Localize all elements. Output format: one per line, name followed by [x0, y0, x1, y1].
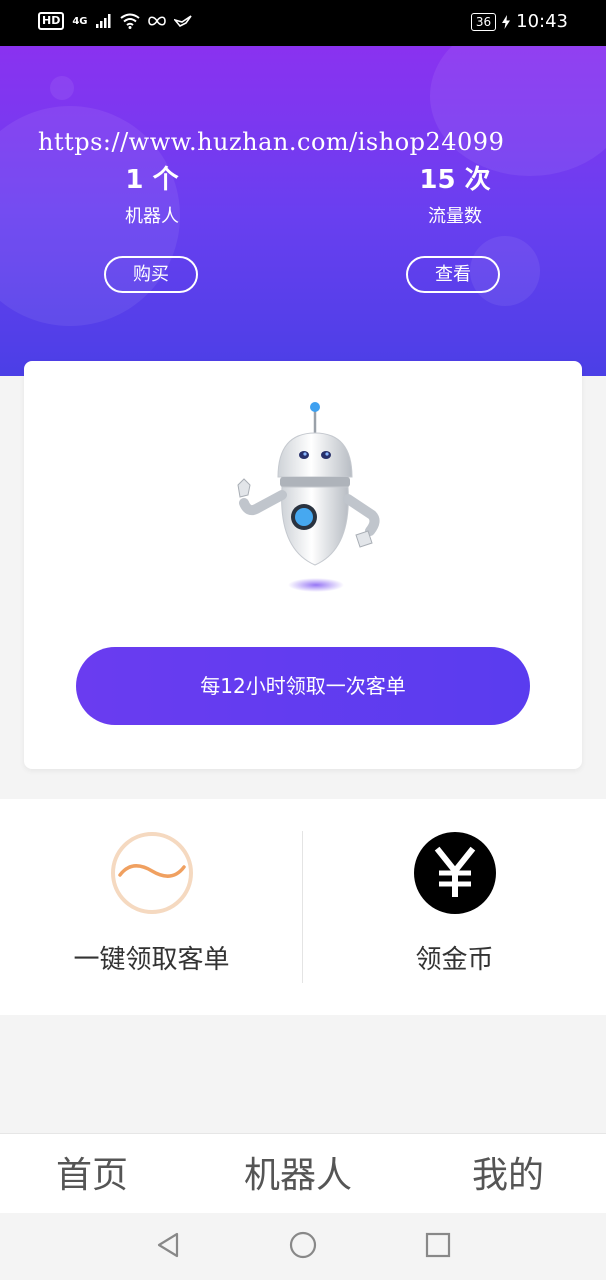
- one-click-claim-label: 一键领取客单: [73, 945, 230, 975]
- back-icon[interactable]: [155, 1231, 183, 1259]
- traffic-count-value: 15 次: [419, 165, 491, 195]
- robot-count-value: 1 个: [125, 165, 179, 195]
- robot-count-label: 机器人: [125, 206, 179, 227]
- app-screen: HD 4G 36 10:43 https://www.huzhan.com/is…: [0, 0, 606, 1280]
- bottom-tab-bar: 首页 机器人 我的: [0, 1133, 606, 1214]
- bird-icon: [173, 15, 192, 27]
- traffic-count-label: 流量数: [428, 206, 482, 227]
- hd-badge: HD: [38, 12, 65, 30]
- tab-mine[interactable]: 我的: [472, 1146, 544, 1198]
- status-bar: HD 4G 36 10:43: [0, 0, 606, 46]
- infinity-icon: [147, 16, 166, 26]
- features-panel: 一键领取客单 领金币: [0, 799, 606, 1015]
- recents-icon[interactable]: [424, 1231, 452, 1259]
- one-click-claim-item[interactable]: 一键领取客单: [0, 799, 303, 1015]
- watermark-text: https://www.huzhan.com/ishop24099: [38, 128, 505, 156]
- tab-robot[interactable]: 机器人: [244, 1146, 352, 1198]
- status-right: 36 10:43: [470, 11, 568, 32]
- clock: 10:43: [516, 11, 568, 32]
- charging-icon: [502, 14, 511, 29]
- buy-button[interactable]: 购买: [104, 256, 198, 293]
- network-type: 4G: [72, 15, 88, 27]
- collect-coins-label: 领金币: [415, 945, 494, 975]
- claim-order-button[interactable]: 每12小时领取一次客单: [76, 647, 530, 725]
- tab-home[interactable]: 首页: [56, 1146, 128, 1198]
- signal-icon: [95, 14, 111, 28]
- wave-icon: [111, 832, 193, 914]
- robot-count-stat: 1 个 机器人: [52, 160, 252, 228]
- battery-indicator: 36: [470, 12, 497, 31]
- decor-bubble: [50, 76, 74, 100]
- view-button[interactable]: 查看: [406, 256, 500, 293]
- yen-coin-icon: [414, 832, 496, 914]
- traffic-count-stat: 15 次 流量数: [355, 160, 555, 228]
- system-nav-bar: [0, 1213, 606, 1280]
- wifi-icon: [119, 13, 140, 29]
- decor-bubble: [430, 46, 606, 176]
- status-left: HD 4G: [38, 12, 192, 30]
- robot-illustration: [237, 402, 380, 592]
- collect-coins-item[interactable]: 领金币: [303, 799, 606, 1015]
- home-circle-icon[interactable]: [289, 1231, 317, 1259]
- robot-card: 每12小时领取一次客单: [24, 361, 582, 769]
- header-banner: https://www.huzhan.com/ishop24099 1 个 机器…: [0, 46, 606, 376]
